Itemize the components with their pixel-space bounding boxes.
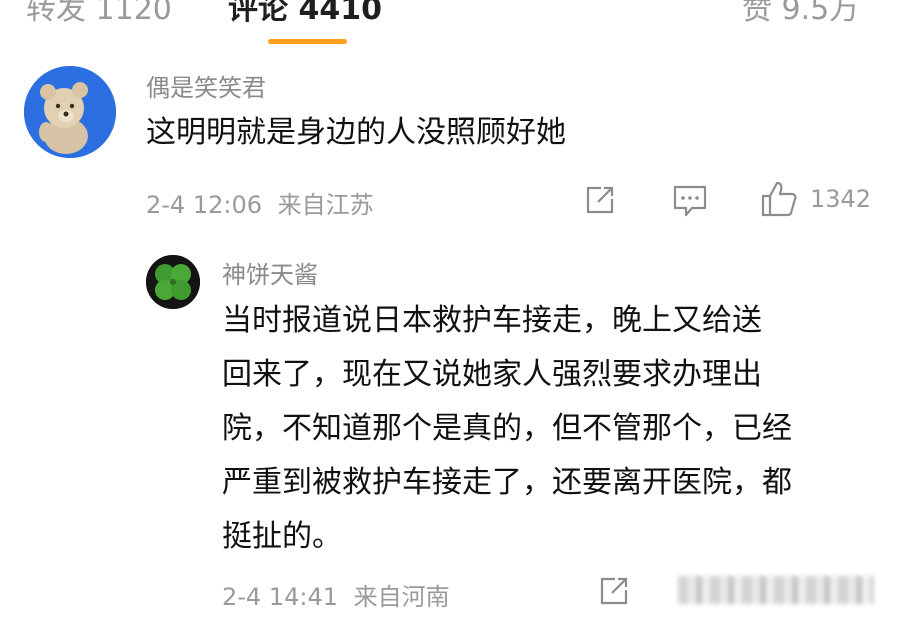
comment-location: 来自江苏 [277,191,374,219]
comment-username[interactable]: 偶是笑笑君 [146,68,266,103]
like-count: 1342 [810,185,872,213]
tab-comments[interactable]: 评论 4410 [228,0,382,28]
reply-text-line: 当时报道说日本救护车接走，晚上又给送 [222,303,762,338]
reply-username[interactable]: 神饼天酱 [222,255,318,290]
comment-icon[interactable] [672,184,708,222]
active-tab-indicator [268,39,347,44]
reply-text-line: 挺扯的。 [222,519,342,554]
avatar[interactable] [146,255,200,309]
comment-text: 这明明就是身边的人没照顾好她 [146,115,566,150]
reply-time: 2-4 14:41 [222,583,338,611]
thumbs-up-icon[interactable] [760,180,798,222]
blurred-watermark [678,576,874,604]
comment-time: 2-4 12:06 [146,191,262,219]
teddy-bear-avatar-image [24,66,116,158]
share-icon[interactable] [598,575,630,611]
avatar[interactable] [24,66,116,158]
tab-likes[interactable]: 赞 9.5万 [742,0,859,28]
comment-timestamp: 2-4 12:06 来自江苏 [146,185,374,220]
reply-text-line: 严重到被救护车接走了，还要离开医院，都 [222,465,792,500]
tab-bar: 转发 1120 评论 4410 赞 9.5万 [0,0,900,56]
clover-avatar-image [146,255,200,309]
reply-text-line: 回来了，现在又说她家人强烈要求办理出 [222,357,762,392]
tab-reposts[interactable]: 转发 1120 [26,0,172,28]
reply-text-line: 院，不知道那个是真的，但不管那个，已经 [222,411,792,446]
reply-timestamp: 2-4 14:41 来自河南 [222,577,450,612]
reply-location: 来自河南 [353,583,450,611]
share-icon[interactable] [584,184,616,220]
